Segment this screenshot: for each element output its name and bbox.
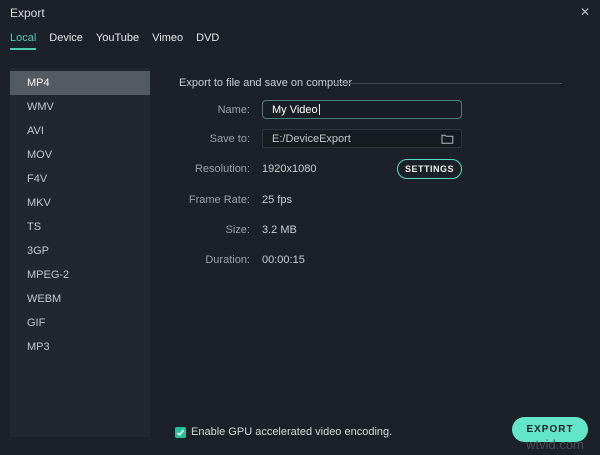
format-item-ts[interactable]: TS: [10, 215, 150, 239]
check-icon: [176, 424, 185, 442]
gpu-encoding-checkbox[interactable]: [175, 427, 186, 438]
format-item-mov[interactable]: MOV: [10, 143, 150, 167]
section-divider: [333, 83, 562, 84]
settings-button[interactable]: SETTINGS: [397, 159, 462, 179]
format-item-mpeg2[interactable]: MPEG-2: [10, 263, 150, 287]
size-label: Size:: [225, 224, 250, 236]
name-label: Name:: [217, 104, 250, 116]
resolution-label: Resolution:: [194, 163, 250, 175]
format-item-mp4[interactable]: MP4: [10, 71, 150, 95]
tab-dvd[interactable]: DVD: [196, 32, 219, 50]
duration-value: 00:00:15: [262, 254, 305, 266]
format-item-3gp[interactable]: 3GP: [10, 239, 150, 263]
text-caret: [318, 104, 320, 115]
format-item-webm[interactable]: WEBM: [10, 287, 150, 311]
tab-bar: Local Device YouTube Vimeo DVD: [10, 32, 219, 50]
tab-device[interactable]: Device: [49, 32, 83, 50]
save-to-value: E:/DeviceExport: [272, 132, 351, 145]
gpu-encoding-label: Enable GPU accelerated video encoding.: [191, 426, 393, 438]
format-item-avi[interactable]: AVI: [10, 119, 150, 143]
tab-vimeo[interactable]: Vimeo: [152, 32, 183, 50]
tab-youtube[interactable]: YouTube: [96, 32, 139, 50]
size-value: 3.2 MB: [262, 224, 297, 236]
export-dialog: Export ✕ Local Device YouTube Vimeo DVD …: [0, 0, 600, 455]
frame-rate-value: 25 fps: [262, 194, 292, 206]
window-title: Export: [10, 6, 45, 20]
duration-label: Duration:: [205, 254, 250, 266]
section-title: Export to file and save on computer: [179, 77, 353, 89]
format-item-gif[interactable]: GIF: [10, 311, 150, 335]
frame-rate-label: Frame Rate:: [188, 194, 250, 206]
save-to-field[interactable]: E:/DeviceExport: [262, 129, 462, 148]
name-input-value: My Video: [272, 103, 318, 116]
format-item-mp3[interactable]: MP3: [10, 335, 150, 359]
format-list: MP4 WMV AVI MOV F4V MKV TS 3GP MPEG-2 WE…: [10, 68, 150, 437]
folder-browse-icon[interactable]: [441, 133, 454, 145]
format-item-f4v[interactable]: F4V: [10, 167, 150, 191]
close-icon[interactable]: ✕: [580, 5, 590, 19]
resolution-value: 1920x1080: [262, 163, 317, 175]
format-item-wmv[interactable]: WMV: [10, 95, 150, 119]
tab-local[interactable]: Local: [10, 32, 37, 50]
name-input[interactable]: My Video: [262, 100, 462, 119]
export-button[interactable]: EXPORT: [512, 417, 588, 442]
save-to-label: Save to:: [209, 133, 250, 145]
format-item-mkv[interactable]: MKV: [10, 191, 150, 215]
